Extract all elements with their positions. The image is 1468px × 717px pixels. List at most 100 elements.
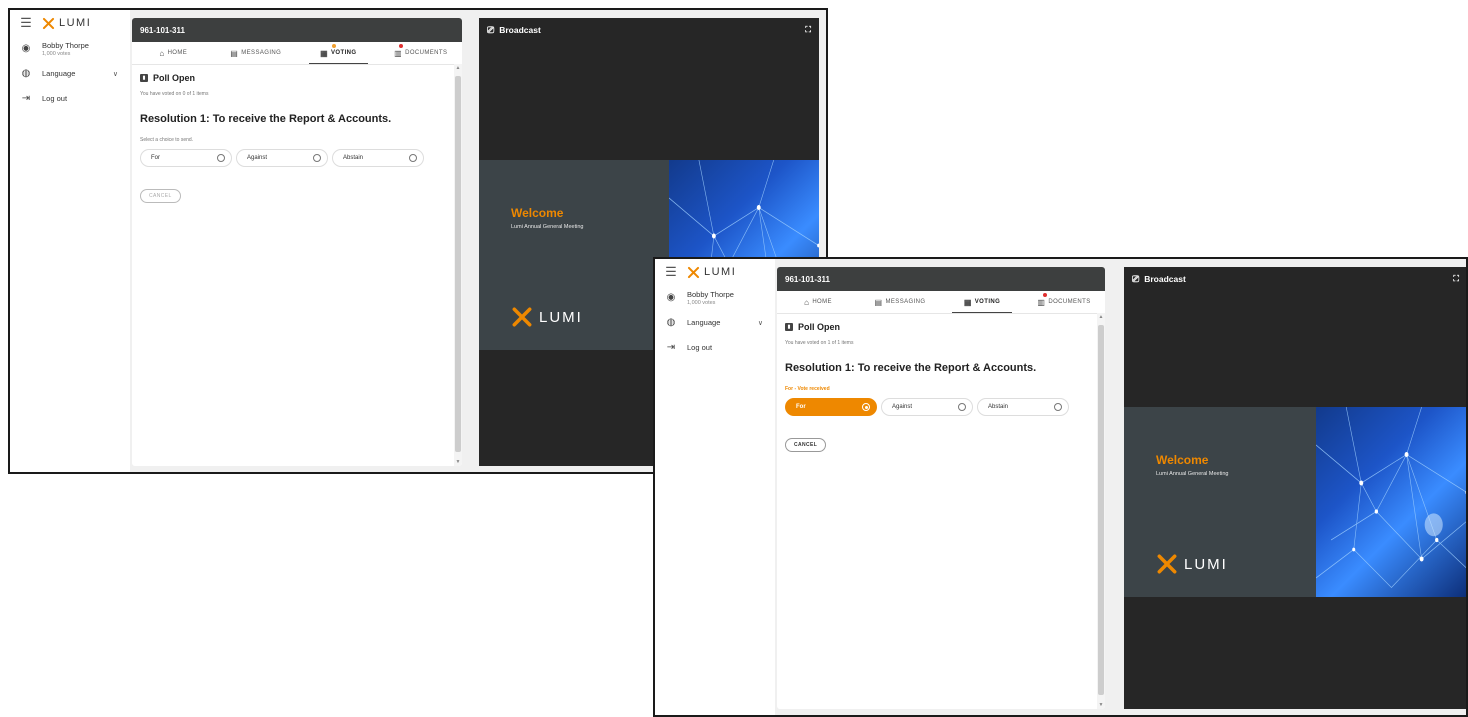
voted-status: You have voted on 1 of 1 items [785,340,854,346]
messaging-icon: ▤ [230,48,239,58]
home-icon: ⌂ [804,297,810,307]
resolution-title: Resolution 1: To receive the Report & Ac… [140,113,392,125]
option-abstain-label: Abstain [988,404,1009,410]
poll-content: ▮ Poll Open You have voted on 0 of 1 ite… [132,65,462,203]
meeting-id-header: 961-101-311 [777,267,1105,291]
poll-heading: ▮ Poll Open [785,322,1105,332]
sidebar-topbar: ☰ LUMI [10,10,130,36]
sidebar-item-language[interactable]: ◍ Language ∨ [655,310,775,335]
tab-messaging[interactable]: ▤ MESSAGING [215,42,298,64]
messaging-icon: ▤ [874,297,883,307]
tab-home-label: HOME [812,299,832,305]
poll-icon: ▮ [140,74,148,82]
user-votes: 1,000 votes [687,299,716,306]
fullscreen-icon[interactable]: ⛶ [1453,274,1459,284]
user-name: Bobby Thorpe [687,289,734,299]
sidebar: ☰ LUMI ◉ Bobby Thorpe 1,000 votes ◍ Lang… [10,10,130,472]
voting-icon: ▦ [320,48,329,58]
option-against-label: Against [247,155,268,161]
menu-icon[interactable]: ☰ [655,264,687,280]
main-panel: 961-101-311 ⌂ HOME ▤ MESSAGING ▦ VOTING ▥ DO… [132,18,462,466]
tab-documents[interactable]: ▥ DOCUMENTS [380,42,463,64]
tab-voting-label: VOTING [331,50,357,56]
video-logo-text: LUMI [539,308,583,326]
sidebar-item-logout[interactable]: ⇥ Log out [10,86,130,111]
tab-voting-label: VOTING [974,299,1001,305]
cancel-button[interactable]: CANCEL [785,438,827,452]
broadcast-title: Broadcast [1144,274,1186,284]
option-abstain[interactable]: Abstain [977,398,1069,416]
scroll-up-icon[interactable]: ▲ [454,65,462,71]
broadcast-header: ⎚ Broadcast ⛶ [1124,267,1466,291]
video-logo: LUMI [511,306,583,328]
option-for[interactable]: For [140,149,232,167]
chevron-down-icon: ∨ [112,70,118,78]
tab-home[interactable]: ⌂ HOME [132,42,215,64]
option-against[interactable]: Against [236,149,328,167]
menu-icon[interactable]: ☰ [10,15,42,31]
fullscreen-icon[interactable]: ⛶ [805,25,811,35]
tab-messaging[interactable]: ▤ MESSAGING [859,291,941,313]
documents-notification-dot [1042,293,1047,297]
scrollbar-thumb[interactable] [1098,325,1104,695]
logo-text: LUMI [704,266,737,278]
broadcast-video[interactable]: Welcome Lumi Annual General Meeting LUMI [1124,407,1466,597]
tab-documents-label: DOCUMENTS [1048,299,1091,305]
sidebar-user: ◉ Bobby Thorpe 1,000 votes [10,36,130,61]
poll-title: Poll Open [153,73,196,83]
globe-icon: ◍ [666,317,676,328]
scrollbar[interactable]: ▲ ▼ [1097,313,1105,709]
scroll-up-icon[interactable]: ▲ [1097,314,1105,320]
scrollbar[interactable]: ▲ ▼ [454,64,462,466]
vote-options: For Against Abstain [785,398,1105,416]
scroll-down-icon[interactable]: ▼ [1097,702,1105,708]
tab-messaging-label: MESSAGING [885,299,926,305]
poll-icon: ▮ [785,323,793,331]
option-against[interactable]: Against [881,398,973,416]
option-abstain[interactable]: Abstain [332,149,424,167]
sidebar-item-language[interactable]: ◍ Language ∨ [10,61,130,86]
tab-documents[interactable]: ▥ DOCUMENTS [1023,291,1105,313]
lumi-logo: LUMI [42,17,91,30]
radio-icon [313,154,321,162]
video-logo: LUMI [1156,553,1228,575]
tab-home[interactable]: ⌂ HOME [777,291,859,313]
tab-bar: ⌂ HOME ▤ MESSAGING ▦ VOTING ▥ DOCUMENTS [132,42,462,65]
sidebar-item-logout[interactable]: ⇥ Log out [655,335,775,360]
lumi-x-icon [1157,554,1177,574]
broadcast-header: ⎚ Broadcast ⛶ [479,18,819,42]
tab-voting[interactable]: ▦ VOTING [941,291,1023,313]
tab-voting[interactable]: ▦ VOTING [297,42,380,64]
logout-label: Log out [42,94,68,103]
chevron-down-icon: ∨ [757,319,763,327]
scroll-down-icon[interactable]: ▼ [454,459,462,465]
option-for-selected[interactable]: For [785,398,877,416]
user-info: Bobby Thorpe 1,000 votes [42,41,89,57]
globe-icon: ◍ [21,68,31,79]
language-label: Language [687,318,721,327]
cast-icon: ⎚ [487,24,495,35]
account-icon: ◉ [666,292,676,303]
logo-text: LUMI [59,17,92,29]
home-icon: ⌂ [159,48,165,58]
tab-documents-label: DOCUMENTS [405,50,448,56]
account-icon: ◉ [21,43,31,54]
scrollbar-thumb[interactable] [455,76,461,452]
user-name: Bobby Thorpe [42,40,89,50]
option-for-label: For [151,155,160,161]
voting-icon: ▦ [963,297,972,307]
sidebar: ☰ LUMI ◉ Bobby Thorpe 1,000 votes ◍ Lang… [655,259,775,715]
meeting-id-header: 961-101-311 [132,18,462,42]
tab-bar: ⌂ HOME ▤ MESSAGING ▦ VOTING ▥ DOCUMENTS [777,291,1105,314]
welcome-text: Welcome [511,206,564,220]
video-logo-text: LUMI [1184,555,1228,573]
welcome-card: Welcome Lumi Annual General Meeting LUMI [1124,407,1317,597]
option-abstain-label: Abstain [343,155,364,161]
vote-received-status: For - Vote received [785,386,830,392]
documents-notification-dot [399,44,404,48]
cancel-button[interactable]: CANCEL [140,189,181,203]
sidebar-user: ◉ Bobby Thorpe 1,000 votes [655,285,775,310]
poll-content: ▮ Poll Open You have voted on 1 of 1 ite… [777,314,1105,452]
broadcast-panel: ⎚ Broadcast ⛶ Welcome Lumi Annual Genera… [1124,267,1466,709]
documents-icon: ▥ [1037,297,1046,307]
